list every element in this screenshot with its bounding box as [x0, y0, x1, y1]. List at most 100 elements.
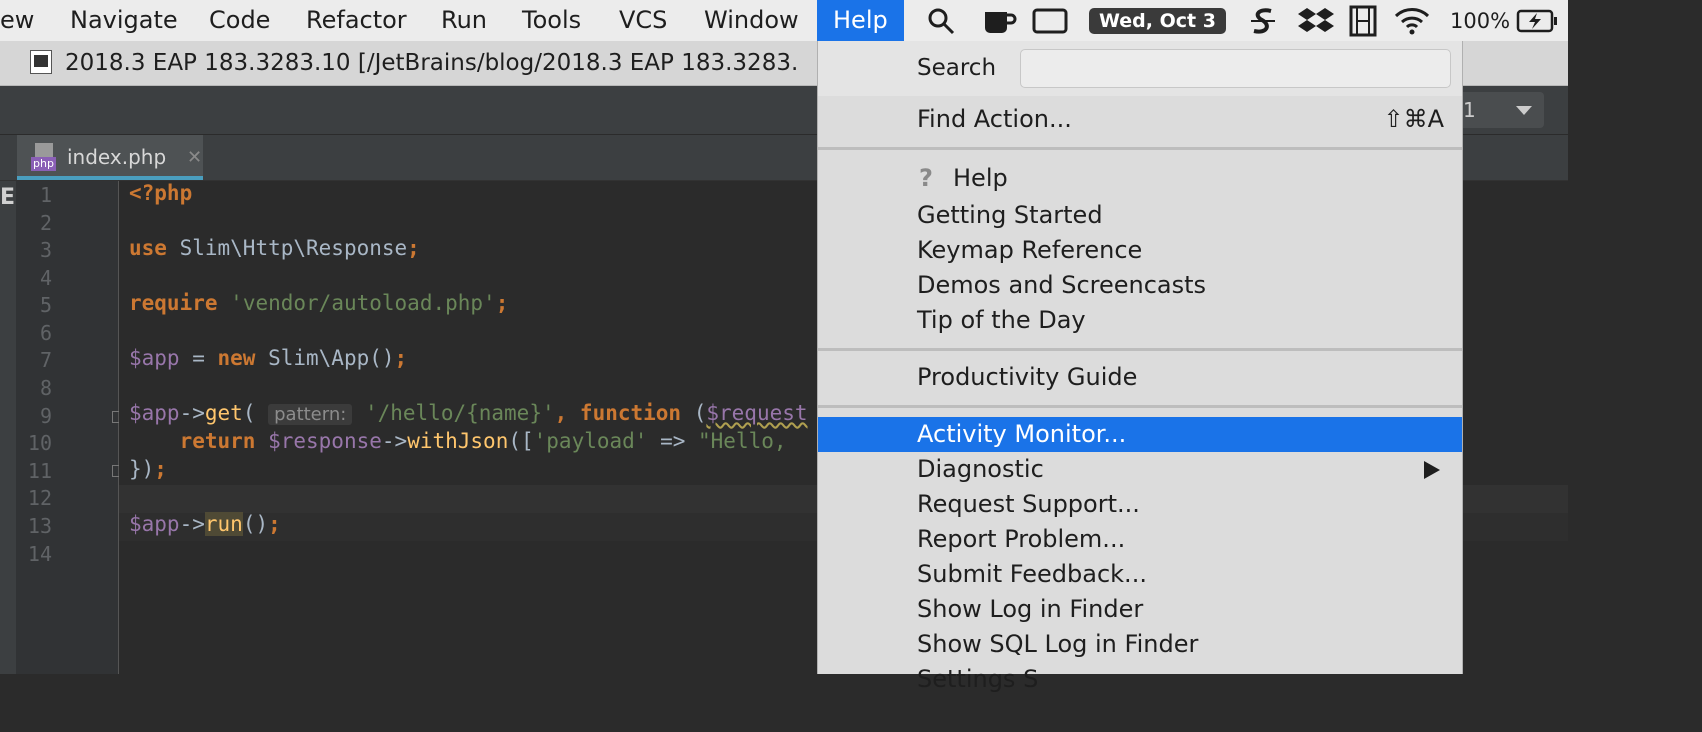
date-text: Wed, Oct 3	[1089, 7, 1226, 34]
menu-item-productivity-guide[interactable]: Productivity Guide	[818, 360, 1462, 395]
string-literal: 'payload'	[533, 429, 648, 453]
code-line-13: $app->run();	[129, 512, 281, 536]
line-number: 1	[39, 183, 52, 207]
variable: $response	[268, 429, 382, 453]
variable: $app	[129, 401, 180, 425]
php-open-tag: <?php	[129, 181, 193, 205]
menu-tools[interactable]: Tools	[522, 0, 581, 41]
menu-help[interactable]: Help	[817, 0, 904, 41]
menu-item-settings-partial[interactable]: Settings S	[818, 662, 1462, 697]
code-line-5: require 'vendor/autoload.php';	[129, 291, 508, 315]
menu-item-demos[interactable]: Demos and Screencasts	[818, 268, 1462, 303]
menu-item-help[interactable]: ? Help	[818, 161, 1462, 196]
menu-item-report-problem[interactable]: Report Problem...	[818, 522, 1462, 557]
line-number: 7	[39, 348, 52, 372]
menu-vcs[interactable]: VCS	[619, 0, 667, 41]
code-line-11: });	[129, 457, 167, 481]
method-call: get	[204, 401, 243, 425]
line-number: 9	[39, 404, 52, 428]
film-strip-icon[interactable]	[1348, 0, 1378, 41]
menu-code[interactable]: Code	[209, 0, 270, 41]
string-literal: 'vendor/autoload.php'	[230, 291, 496, 315]
menu-item-show-sql-log[interactable]: Show SQL Log in Finder	[818, 627, 1462, 662]
chevron-down-icon	[1516, 106, 1532, 115]
parameter-hint: pattern:	[268, 404, 353, 425]
semicolon: ;	[154, 457, 167, 481]
semicolon: ;	[407, 236, 420, 260]
menu-separator	[818, 147, 1462, 150]
menu-separator	[818, 405, 1462, 408]
code-line-9: $app->get( pattern: '/hello/{name}', fun…	[129, 401, 808, 425]
semicolon: ;	[268, 512, 281, 536]
line-number: 10	[27, 431, 52, 455]
date-badge[interactable]: Wed, Oct 3	[1089, 0, 1226, 41]
coffee-cup-icon[interactable]	[982, 0, 1018, 41]
keyword: new	[217, 346, 256, 370]
scrivener-s-icon[interactable]	[1249, 0, 1277, 41]
tab-label: index.php	[67, 145, 167, 169]
question-mark-icon: ?	[919, 164, 933, 192]
tab-index-php[interactable]: php index.php ✕	[17, 135, 203, 180]
line-number: 11	[27, 459, 52, 483]
active-tab-indicator	[17, 176, 203, 180]
method-call: withJson	[407, 429, 509, 453]
line-number: 8	[39, 376, 52, 400]
menu-item-activity-monitor[interactable]: Activity Monitor...	[818, 417, 1462, 452]
menu-item-find-action[interactable]: Find Action... ⇧⌘A	[818, 102, 1462, 137]
left-tool-strip[interactable]: E	[0, 181, 16, 674]
battery-charging-icon[interactable]	[1516, 0, 1560, 41]
line-number: 6	[39, 321, 52, 345]
semicolon: ;	[394, 346, 408, 370]
menu-item-diagnostic[interactable]: Diagnostic	[818, 452, 1462, 487]
menu-window[interactable]: Window	[704, 0, 799, 41]
keyword: return	[179, 429, 256, 453]
battery-percent: 100%	[1450, 8, 1511, 33]
namespace: Slim\Http\Response	[166, 236, 408, 260]
semicolon: ;	[495, 291, 509, 315]
document-icon	[30, 50, 52, 74]
window-title: 2018.3 EAP 183.3283.10 [/JetBrains/blog/…	[65, 50, 799, 76]
menu-item-submit-feedback[interactable]: Submit Feedback...	[818, 557, 1462, 592]
keyword: function	[579, 401, 682, 425]
menu-item-request-support[interactable]: Request Support...	[818, 487, 1462, 522]
line-number: 14	[27, 542, 52, 566]
submenu-arrow-icon	[1424, 461, 1440, 479]
menu-item-keymap-reference[interactable]: Keymap Reference	[818, 233, 1462, 268]
method-call: run	[204, 512, 243, 536]
menu-refactor[interactable]: Refactor	[306, 0, 407, 41]
line-number: 3	[39, 238, 52, 262]
menu-search-input[interactable]	[1020, 49, 1451, 88]
line-number: 5	[39, 293, 52, 317]
line-number: 12	[27, 486, 52, 510]
menu-item-tip-of-day[interactable]: Tip of the Day	[818, 303, 1462, 338]
code-line-7: $app = new Slim\App();	[129, 346, 408, 370]
menu-bar: ew Navigate Code Refactor Run Tools VCS …	[0, 0, 1568, 42]
variable: $app	[129, 512, 180, 536]
code-line-10: return $response->withJson(['payload' =>…	[179, 429, 800, 453]
class-name: Slim\App	[255, 346, 370, 370]
menu-search-row: Search	[818, 41, 1462, 96]
shortcut-label: ⇧⌘A	[1383, 105, 1444, 133]
wifi-icon[interactable]	[1394, 0, 1430, 41]
php-file-icon: php	[31, 143, 57, 171]
line-number: 4	[39, 266, 52, 290]
spotlight-search-icon[interactable]	[926, 0, 956, 41]
code-line-3: use Slim\Http\Response;	[129, 236, 420, 260]
parameter: $request	[706, 401, 808, 425]
php-file-tag: php	[31, 157, 56, 171]
string-literal: '/hello/{name}'	[364, 401, 555, 425]
menu-navigate[interactable]: Navigate	[70, 0, 178, 41]
variable: $app	[129, 346, 180, 370]
dropbox-icon[interactable]	[1297, 0, 1335, 41]
help-dropdown-menu: Search Find Action... ⇧⌘A ? Help Getting…	[817, 41, 1463, 693]
menu-view[interactable]: ew	[0, 0, 34, 41]
line-number: 13	[27, 514, 52, 538]
menu-run[interactable]: Run	[441, 0, 487, 41]
search-label: Search	[917, 55, 997, 81]
menu-item-getting-started[interactable]: Getting Started	[818, 198, 1462, 233]
close-tab-icon[interactable]: ✕	[187, 135, 202, 180]
code-line-1: <?php	[129, 181, 192, 205]
keyword: use	[129, 236, 167, 260]
display-icon[interactable]	[1032, 0, 1068, 41]
menu-item-show-log[interactable]: Show Log in Finder	[818, 592, 1462, 627]
